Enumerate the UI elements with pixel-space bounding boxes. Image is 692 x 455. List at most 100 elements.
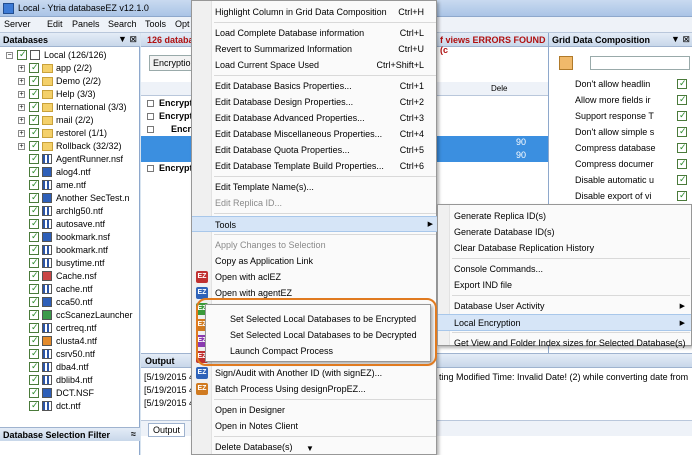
tree-database-item[interactable]: cache.ntf: [0, 283, 140, 296]
menu-item-edit-database-basics-properties[interactable]: Edit Database Basics Properties... Ctrl+1: [192, 78, 438, 94]
tree-database-item[interactable]: Cache.nsf: [0, 270, 140, 283]
database-selection-filter[interactable]: Database Selection Filter ≈: [0, 427, 140, 441]
menu-item-batch-process-using-designpropez[interactable]: EZ Batch Process Using designPropEZ...: [192, 381, 438, 397]
selection-checkbox[interactable]: [29, 218, 39, 229]
composition-list-item[interactable]: Don't allow headlin: [574, 78, 687, 92]
submenu-item-export-ind-file[interactable]: Export IND file: [438, 277, 691, 294]
tree-database-item[interactable]: dct.ntf: [0, 400, 140, 413]
tree-folder-item[interactable]: + Demo (2/2): [0, 75, 140, 88]
expand-icon[interactable]: [147, 113, 154, 120]
selection-checkbox[interactable]: [29, 361, 39, 372]
tree-database-item[interactable]: bookmark.ntf: [0, 244, 140, 257]
selection-checkbox[interactable]: [29, 309, 39, 320]
expand-icon[interactable]: +: [18, 117, 25, 124]
menu-item-open-with-aclez[interactable]: EZ Open with aclEZ: [192, 269, 438, 285]
menu-search[interactable]: Search: [108, 19, 137, 29]
submenu-item-get-view-and-folder-index-sizes-for-selected-database-s[interactable]: Get View and Folder Index sizes for Sele…: [438, 335, 691, 352]
tree-folder-item[interactable]: + Rollback (32/32): [0, 140, 140, 153]
panel-controls[interactable]: ▼ ⊠: [671, 34, 690, 45]
submenu-item-local-encryption[interactable]: Local Encryption ▶: [438, 314, 691, 331]
composition-item-checkbox[interactable]: [677, 190, 687, 201]
composition-list-item[interactable]: Don't allow simple s: [574, 126, 687, 140]
menu-item-highlight-column-in-grid-data-composition[interactable]: Highlight Column in Grid Data Compositio…: [192, 4, 438, 20]
composition-item-checkbox[interactable]: [677, 94, 687, 105]
menu-item-tools[interactable]: Tools ▶: [192, 216, 438, 232]
selection-checkbox[interactable]: [29, 283, 39, 294]
expand-icon[interactable]: −: [6, 52, 13, 59]
composition-list-item[interactable]: Allow more fields ir: [574, 94, 687, 108]
tree-database-item[interactable]: cca50.ntf: [0, 296, 140, 309]
tree-database-item[interactable]: clusta4.ntf: [0, 335, 140, 348]
composition-item-checkbox[interactable]: [677, 174, 687, 185]
tree-database-item[interactable]: autosave.ntf: [0, 218, 140, 231]
menu-item-edit-database-quota-properties[interactable]: Edit Database Quota Properties... Ctrl+5: [192, 142, 438, 158]
panel-controls[interactable]: ▼ ⊠: [118, 34, 137, 45]
submenu-item-console-commands[interactable]: Console Commands...: [438, 261, 691, 278]
tree-server-item[interactable]: − Local (126/126): [0, 49, 140, 62]
composition-list-item[interactable]: Disable export of vi: [574, 190, 687, 204]
tree-database-item[interactable]: bookmark.nsf: [0, 231, 140, 244]
tree-database-item[interactable]: AgentRunner.nsf: [0, 153, 140, 166]
menu-options[interactable]: Opt: [175, 19, 190, 29]
expand-icon[interactable]: [147, 126, 154, 133]
expand-icon[interactable]: [147, 100, 154, 107]
menu-item-edit-database-advanced-properties[interactable]: Edit Database Advanced Properties... Ctrl…: [192, 110, 438, 126]
tree-folder-item[interactable]: + mail (2/2): [0, 114, 140, 127]
selection-checkbox[interactable]: [29, 374, 39, 385]
column-dele[interactable]: Dele: [491, 84, 507, 93]
menu-item-edit-template-name-s[interactable]: Edit Template Name(s)...: [192, 179, 438, 195]
selection-checkbox[interactable]: [29, 166, 39, 177]
expand-icon[interactable]: +: [18, 143, 25, 150]
selection-checkbox[interactable]: [29, 231, 39, 242]
composition-list-item[interactable]: Support response T: [574, 110, 687, 124]
selection-checkbox[interactable]: [29, 114, 39, 125]
expand-icon[interactable]: +: [18, 130, 25, 137]
selection-checkbox[interactable]: [29, 101, 39, 112]
selection-checkbox[interactable]: [29, 296, 39, 307]
selection-checkbox[interactable]: [29, 62, 39, 73]
selection-checkbox[interactable]: [29, 335, 39, 346]
menu-item-sign-audit-with-another-id-with-signez[interactable]: EZ Sign/Audit with Another ID (with signE…: [192, 365, 438, 381]
tree-database-item[interactable]: busytime.ntf: [0, 257, 140, 270]
selection-checkbox[interactable]: [29, 387, 39, 398]
tab-output[interactable]: Output: [148, 423, 186, 437]
selection-checkbox[interactable]: [29, 153, 39, 164]
composition-list-item[interactable]: Disable automatic u: [574, 174, 687, 188]
menu-server[interactable]: Server: [4, 19, 31, 29]
submenu-item-clear-database-replication-history[interactable]: Clear Database Replication History: [438, 240, 691, 257]
tree-database-item[interactable]: dblib4.ntf: [0, 374, 140, 387]
composition-item-checkbox[interactable]: [677, 158, 687, 169]
tree-folder-item[interactable]: + International (3/3): [0, 101, 140, 114]
tree-database-item[interactable]: alog4.ntf: [0, 166, 140, 179]
sort-icon[interactable]: [559, 56, 573, 70]
composition-item-checkbox[interactable]: [677, 142, 687, 153]
selection-checkbox[interactable]: [29, 270, 39, 281]
menu-item-copy-as-application-link[interactable]: Copy as Application Link: [192, 253, 438, 269]
selection-checkbox[interactable]: [29, 257, 39, 268]
tree-database-item[interactable]: archlg50.ntf: [0, 205, 140, 218]
menu-item-edit-database-design-properties[interactable]: Edit Database Design Properties... Ctrl+2: [192, 94, 438, 110]
composition-item-checkbox[interactable]: [677, 110, 687, 121]
selection-checkbox[interactable]: [29, 127, 39, 138]
selection-checkbox[interactable]: [29, 192, 39, 203]
expand-icon[interactable]: +: [18, 104, 25, 111]
submenu-item-generate-replica-id-s[interactable]: Generate Replica ID(s): [438, 208, 691, 225]
menu-item-open-in-notes-client[interactable]: Open in Notes Client: [192, 418, 438, 434]
selection-checkbox[interactable]: [29, 140, 39, 151]
tree-folder-item[interactable]: + restorel (1/1): [0, 127, 140, 140]
selection-checkbox[interactable]: [29, 322, 39, 333]
composition-search-input[interactable]: [590, 56, 690, 70]
expand-icon[interactable]: +: [18, 91, 25, 98]
tree-database-item[interactable]: Another SecTest.n: [0, 192, 140, 205]
selection-checkbox[interactable]: [29, 88, 39, 99]
selection-checkbox[interactable]: [29, 348, 39, 359]
menu-item-load-current-space-used[interactable]: Load Current Space Used Ctrl+Shift+L: [192, 57, 438, 73]
tree-database-item[interactable]: dba4.ntf: [0, 361, 140, 374]
selection-checkbox[interactable]: [29, 179, 39, 190]
tree-folder-item[interactable]: + Help (3/3): [0, 88, 140, 101]
selection-checkbox[interactable]: [17, 49, 27, 60]
tree-database-item[interactable]: DCT.NSF: [0, 387, 140, 400]
menu-panels[interactable]: Panels: [72, 19, 100, 29]
expand-icon[interactable]: [147, 165, 154, 172]
submenu-item-generate-database-id-s[interactable]: Generate Database ID(s): [438, 224, 691, 241]
